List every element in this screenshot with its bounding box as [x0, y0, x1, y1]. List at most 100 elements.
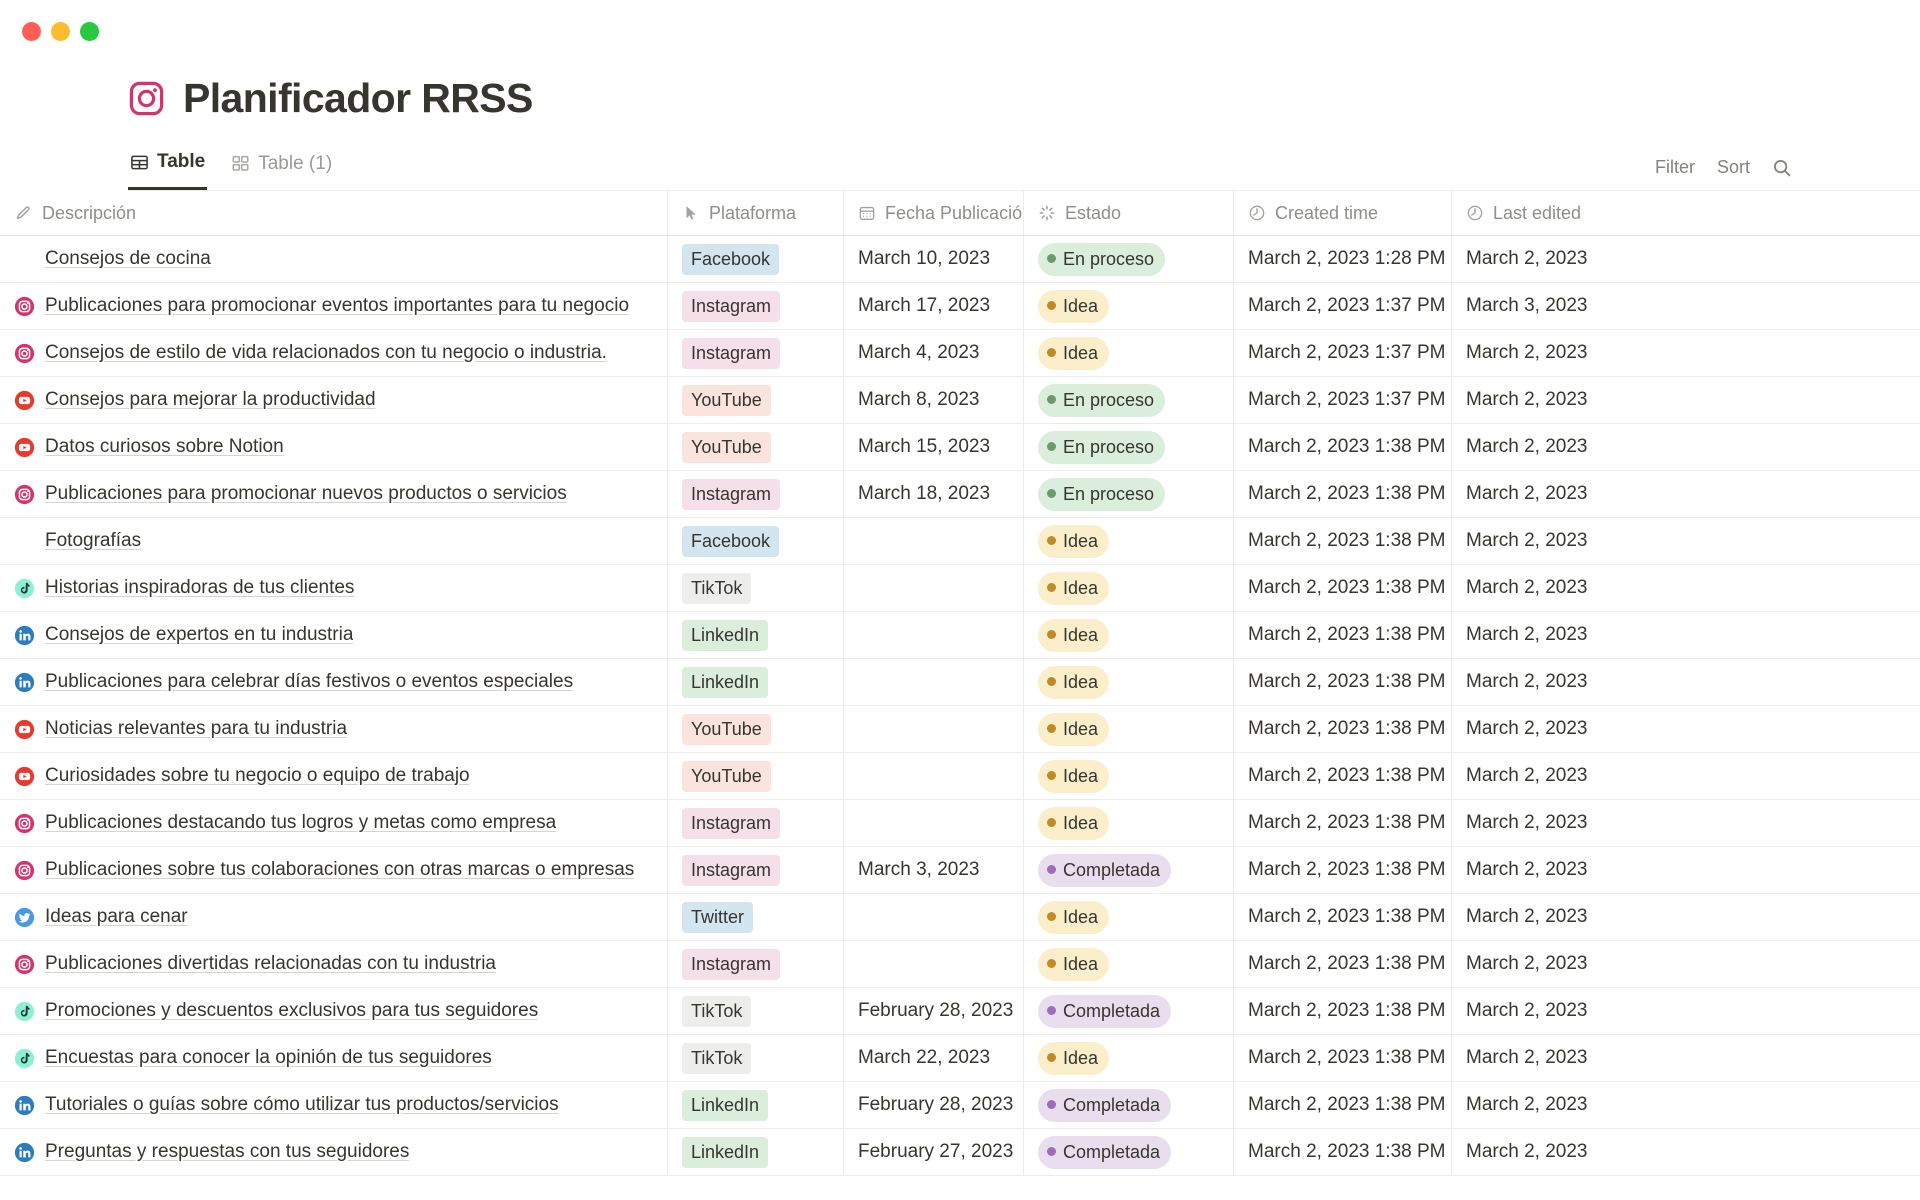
table-row[interactable]: Datos curiosos sobre Notion YouTube March … [0, 424, 1920, 472]
cell-plataforma[interactable]: YouTube [668, 706, 844, 753]
row-title-link[interactable]: Curiosidades sobre tu negocio o equipo d… [45, 765, 470, 787]
row-title-link[interactable]: Publicaciones para promocionar eventos i… [45, 295, 629, 317]
cell-descripcion[interactable]: Ideas para cenar [0, 894, 668, 941]
row-title-link[interactable]: Consejos para mejorar la productividad [45, 389, 376, 411]
cell-fecha-publicacion[interactable] [844, 518, 1024, 565]
tab-table[interactable]: Table [128, 147, 208, 191]
row-title-link[interactable]: Publicaciones destacando tus logros y me… [45, 812, 556, 834]
cell-fecha-publicacion[interactable]: March 18, 2023 [844, 471, 1024, 518]
cell-descripcion[interactable]: Encuestas para conocer la opinión de tus… [0, 1035, 668, 1082]
cell-descripcion[interactable]: Publicaciones sobre tus colaboraciones c… [0, 847, 668, 894]
table-row[interactable]: Consejos de estilo de vida relacionados … [0, 330, 1920, 378]
cell-plataforma[interactable]: TikTok [668, 1035, 844, 1082]
cell-plataforma[interactable]: TikTok [668, 988, 844, 1035]
tab-table-1[interactable]: Table (1) [229, 147, 334, 190]
cell-plataforma[interactable]: Instagram [668, 330, 844, 377]
column-header-estado[interactable]: Estado [1024, 191, 1234, 236]
cell-plataforma[interactable]: Instagram [668, 941, 844, 988]
cell-fecha-publicacion[interactable] [844, 753, 1024, 800]
cell-plataforma[interactable]: Facebook [668, 236, 844, 283]
table-row[interactable]: Consejos de expertos en tu industria Link… [0, 612, 1920, 660]
cell-estado[interactable]: Completada [1024, 988, 1234, 1035]
cell-fecha-publicacion[interactable]: March 10, 2023 [844, 236, 1024, 283]
cell-plataforma[interactable]: YouTube [668, 753, 844, 800]
cell-estado[interactable]: Idea [1024, 894, 1234, 941]
cell-plataforma[interactable]: YouTube [668, 377, 844, 424]
table-row[interactable]: Curiosidades sobre tu negocio o equipo d… [0, 753, 1920, 801]
cell-estado[interactable]: Idea [1024, 283, 1234, 330]
cell-estado[interactable]: Idea [1024, 330, 1234, 377]
cell-descripcion[interactable]: Publicaciones divertidas relacionadas co… [0, 941, 668, 988]
sort-button[interactable]: Sort [1717, 157, 1750, 178]
row-title-link[interactable]: Ideas para cenar [45, 906, 188, 928]
cell-estado[interactable]: Idea [1024, 1035, 1234, 1082]
cell-estado[interactable]: Idea [1024, 612, 1234, 659]
cell-estado[interactable]: En proceso [1024, 377, 1234, 424]
table-row[interactable]: Consejos de cocina Facebook March 10, 2023… [0, 236, 1920, 284]
table-row[interactable]: Publicaciones destacando tus logros y me… [0, 800, 1920, 848]
cell-fecha-publicacion[interactable] [844, 941, 1024, 988]
row-title-link[interactable]: Datos curiosos sobre Notion [45, 436, 284, 458]
cell-plataforma[interactable]: Facebook [668, 518, 844, 565]
cell-estado[interactable]: Idea [1024, 706, 1234, 753]
cell-descripcion[interactable]: Publicaciones para celebrar días festivo… [0, 659, 668, 706]
cell-fecha-publicacion[interactable] [844, 565, 1024, 612]
cell-descripcion[interactable]: Consejos para mejorar la productividad [0, 377, 668, 424]
table-row[interactable]: Ideas para cenar Twitter Idea March 2, 2023… [0, 894, 1920, 942]
cell-fecha-publicacion[interactable]: February 28, 2023 [844, 988, 1024, 1035]
row-title-link[interactable]: Fotografías [45, 530, 141, 552]
cell-plataforma[interactable]: Instagram [668, 471, 844, 518]
row-title-link[interactable]: Consejos de expertos en tu industria [45, 624, 353, 646]
cell-descripcion[interactable]: Fotografías [0, 518, 668, 565]
row-title-link[interactable]: Tutoriales o guías sobre cómo utilizar t… [45, 1094, 559, 1116]
cell-plataforma[interactable]: Instagram [668, 283, 844, 330]
zoom-window-button[interactable] [80, 21, 99, 41]
cell-fecha-publicacion[interactable] [844, 659, 1024, 706]
cell-fecha-publicacion[interactable]: March 17, 2023 [844, 283, 1024, 330]
cell-fecha-publicacion[interactable] [844, 612, 1024, 659]
cell-plataforma[interactable]: LinkedIn [668, 612, 844, 659]
table-row[interactable]: Preguntas y respuestas con tus seguidore… [0, 1129, 1920, 1177]
row-title-link[interactable]: Historias inspiradoras de tus clientes [45, 577, 354, 599]
cell-estado[interactable]: Completada [1024, 1082, 1234, 1129]
close-window-button[interactable] [22, 21, 41, 41]
cell-descripcion[interactable]: Preguntas y respuestas con tus seguidore… [0, 1129, 668, 1176]
cell-estado[interactable]: Idea [1024, 659, 1234, 706]
cell-plataforma[interactable]: Instagram [668, 800, 844, 847]
cell-estado[interactable]: Completada [1024, 1129, 1234, 1176]
cell-estado[interactable]: Idea [1024, 800, 1234, 847]
column-header-last-edited[interactable]: Last edited [1452, 191, 1670, 235]
row-title-link[interactable]: Consejos de estilo de vida relacionados … [45, 342, 607, 364]
cell-fecha-publicacion[interactable]: March 15, 2023 [844, 424, 1024, 471]
cell-plataforma[interactable]: LinkedIn [668, 1129, 844, 1176]
table-row[interactable]: Promociones y descuentos exclusivos para… [0, 988, 1920, 1036]
cell-plataforma[interactable]: Instagram [668, 847, 844, 894]
cell-estado[interactable]: Completada [1024, 847, 1234, 894]
cell-fecha-publicacion[interactable]: February 27, 2023 [844, 1129, 1024, 1176]
table-row[interactable]: Fotografías Facebook Idea March 2, 2023 1:3… [0, 518, 1920, 566]
cell-descripcion[interactable]: Publicaciones destacando tus logros y me… [0, 800, 668, 847]
cell-descripcion[interactable]: Consejos de cocina [0, 236, 668, 283]
row-title-link[interactable]: Publicaciones sobre tus colaboraciones c… [45, 859, 634, 881]
table-row[interactable]: Noticias relevantes para tu industria You… [0, 706, 1920, 754]
cell-descripcion[interactable]: Promociones y descuentos exclusivos para… [0, 988, 668, 1035]
cell-descripcion[interactable]: Curiosidades sobre tu negocio o equipo d… [0, 753, 668, 800]
cell-descripcion[interactable]: Tutoriales o guías sobre cómo utilizar t… [0, 1082, 668, 1129]
cell-plataforma[interactable]: LinkedIn [668, 659, 844, 706]
cell-fecha-publicacion[interactable]: March 4, 2023 [844, 330, 1024, 377]
row-title-link[interactable]: Preguntas y respuestas con tus seguidore… [45, 1141, 409, 1163]
cell-plataforma[interactable]: TikTok [668, 565, 844, 612]
table-row[interactable]: Publicaciones para promocionar nuevos pr… [0, 471, 1920, 519]
table-row[interactable]: Tutoriales o guías sobre cómo utilizar t… [0, 1082, 1920, 1130]
row-title-link[interactable]: Publicaciones divertidas relacionadas co… [45, 953, 496, 975]
cell-descripcion[interactable]: Noticias relevantes para tu industria [0, 706, 668, 753]
cell-fecha-publicacion[interactable] [844, 894, 1024, 941]
search-icon[interactable] [1772, 158, 1792, 178]
column-header-created-time[interactable]: Created time [1234, 191, 1452, 236]
cell-descripcion[interactable]: Historias inspiradoras de tus clientes [0, 565, 668, 612]
cell-fecha-publicacion[interactable] [844, 800, 1024, 847]
table-row[interactable]: Consejos para mejorar la productividad Yo… [0, 377, 1920, 425]
cell-plataforma[interactable]: YouTube [668, 424, 844, 471]
cell-estado[interactable]: Idea [1024, 753, 1234, 800]
column-header-plataforma[interactable]: Plataforma [668, 191, 844, 236]
